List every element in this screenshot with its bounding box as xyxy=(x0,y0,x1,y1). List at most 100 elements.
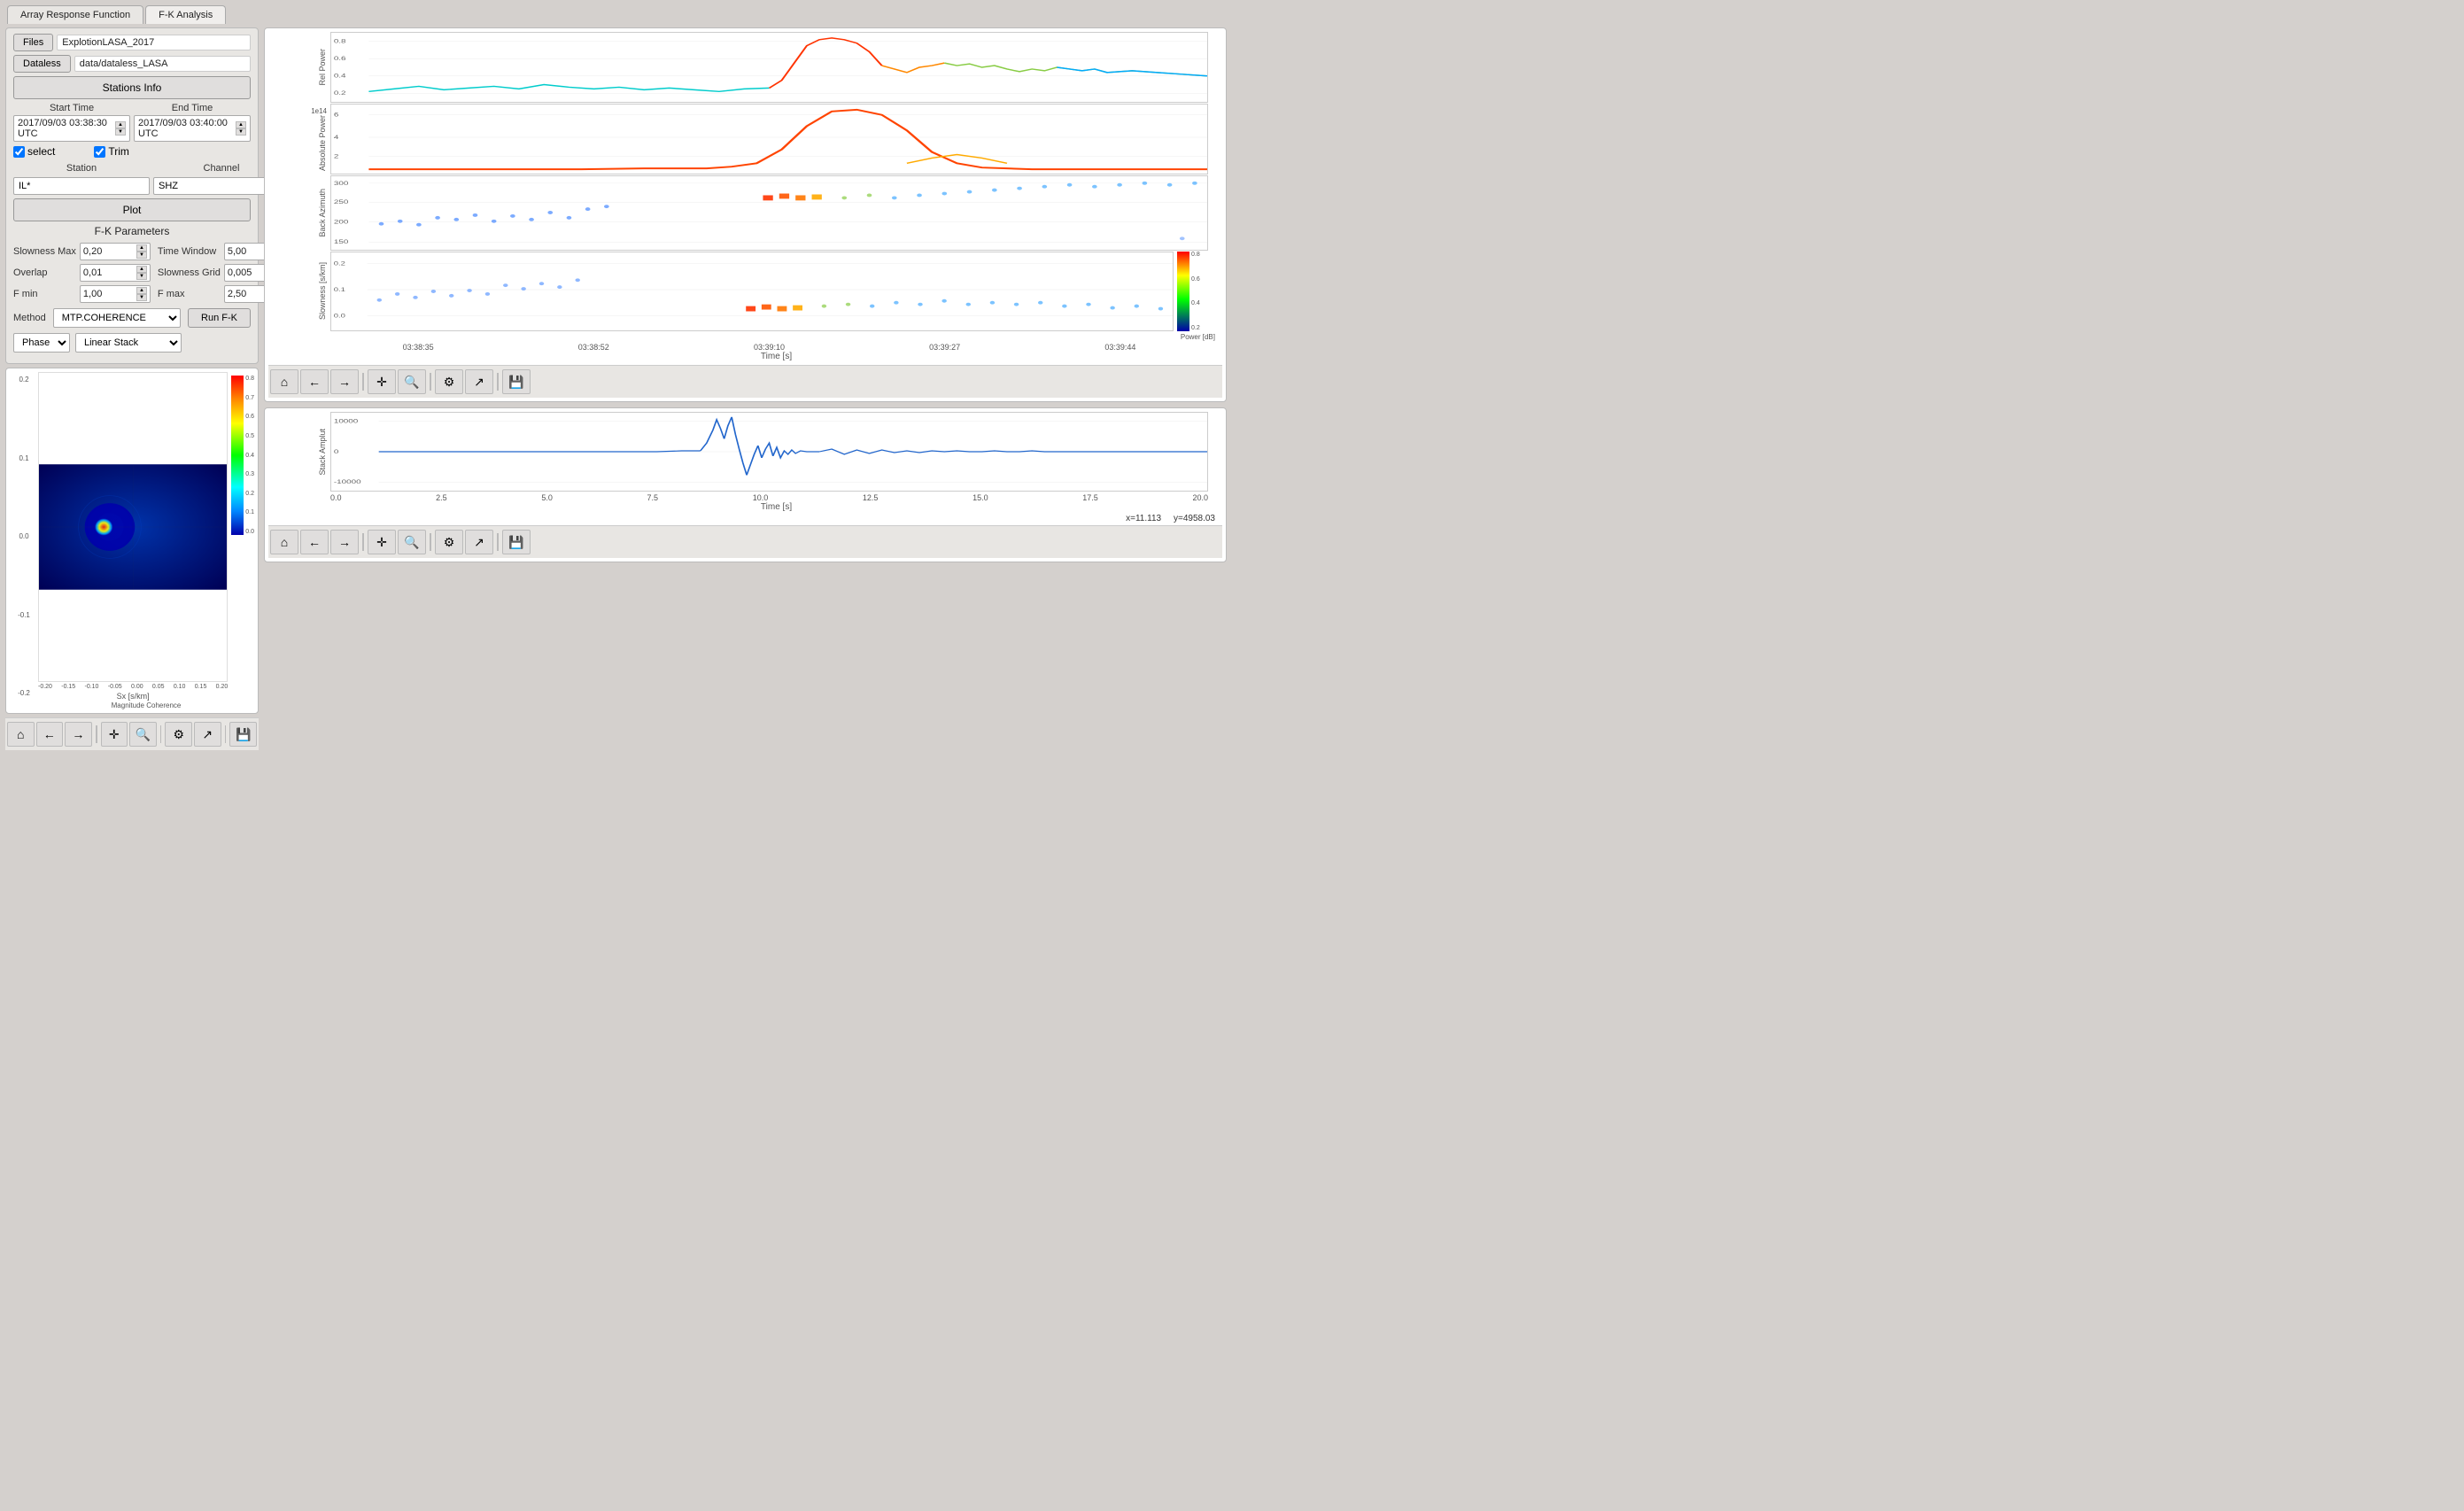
waveform-panel: Stack Amplut 10000 0 -10000 xyxy=(264,407,1227,562)
rl-separator-3 xyxy=(497,533,499,551)
ru-separator-3 xyxy=(497,373,499,391)
right-lower-toolbar: ⌂ ← → ✛ 🔍 ⚙ ↗ 💾 xyxy=(268,525,1222,558)
fmax-label: F max xyxy=(158,289,185,299)
back-az-right-spacer xyxy=(1208,175,1222,251)
left-home-button[interactable]: ⌂ xyxy=(7,722,35,747)
slowness-row: Slowness [s/km] 0.2 0.1 0.0 xyxy=(268,252,1222,331)
toolbar-separator-2 xyxy=(160,725,162,743)
power-colorbar: 0.8 0.6 0.4 0.2 xyxy=(1174,252,1222,331)
station-input[interactable] xyxy=(13,177,150,195)
toolbar-separator-3 xyxy=(225,725,227,743)
slowness-max-input[interactable]: 0,20 ▲ ▼ xyxy=(80,243,151,260)
method-row: Method MTP.COHERENCE Run F-K xyxy=(13,308,251,328)
sx-label: Sx [s/km] xyxy=(38,692,228,701)
rl-home-button[interactable]: ⌂ xyxy=(270,530,298,554)
slowness-chart: 0.2 0.1 0.0 xyxy=(330,252,1174,331)
stack-waveform-row: Stack Amplut 10000 0 -10000 xyxy=(268,412,1222,492)
station-label: Station xyxy=(13,163,150,174)
left-back-button[interactable]: ← xyxy=(36,722,64,747)
left-zoom-button[interactable]: 🔍 xyxy=(129,722,157,747)
dataless-button[interactable]: Dataless xyxy=(13,55,71,73)
svg-text:0.0: 0.0 xyxy=(334,313,346,319)
files-button[interactable]: Files xyxy=(13,34,53,51)
svg-text:-10000: -10000 xyxy=(334,478,361,485)
slowness-max-spinner[interactable]: ▲ ▼ xyxy=(136,244,147,259)
run-fk-button[interactable]: Run F-K xyxy=(188,308,251,328)
stack-ylabel-container: Stack Amplut xyxy=(268,412,330,492)
time-section: Start Time 2017/09/03 03:38:30 UTC ▲ ▼ E… xyxy=(13,103,251,142)
rel-power-ylabel-container: Rel Power xyxy=(268,32,330,103)
fk-params-grid: Slowness Max 0,20 ▲ ▼ Time Window 5,00 xyxy=(13,243,251,303)
start-time-input[interactable]: 2017/09/03 03:38:30 UTC ▲ ▼ xyxy=(13,115,130,142)
ru-separator-2 xyxy=(430,373,431,391)
fk-heatmap-svg xyxy=(38,372,228,682)
left-forward-button[interactable]: → xyxy=(65,722,92,747)
rl-separator-1 xyxy=(362,533,364,551)
toolbar-separator-1 xyxy=(96,725,97,743)
svg-text:250: 250 xyxy=(334,198,349,205)
waveform-x-ticks: 0.0 2.5 5.0 7.5 10.0 12.5 15.0 17.5 20.0 xyxy=(268,493,1222,502)
ru-zoom-button[interactable]: 🔍 xyxy=(398,369,426,394)
svg-text:6: 6 xyxy=(334,111,339,118)
stations-info-button[interactable]: Stations Info xyxy=(13,76,251,99)
abs-power-right-spacer xyxy=(1208,104,1222,174)
rl-forward-button[interactable]: → xyxy=(330,530,359,554)
fmin-input[interactable]: 1,00 ▲ ▼ xyxy=(80,285,151,303)
overlap-row: Overlap 0,01 ▲ ▼ xyxy=(13,264,151,282)
overlap-input[interactable]: 0,01 ▲ ▼ xyxy=(80,264,151,282)
rl-save-button[interactable]: 💾 xyxy=(502,530,531,554)
left-move-button[interactable]: ✛ xyxy=(101,722,128,747)
power-db-label: Power [dB] xyxy=(268,333,1222,341)
select-label: select xyxy=(27,145,55,158)
overlap-spinner[interactable]: ▲ ▼ xyxy=(136,266,147,280)
tab-array-response[interactable]: Array Response Function xyxy=(7,5,143,24)
rel-power-svg: 0.8 0.6 0.4 0.2 xyxy=(331,33,1207,102)
rl-back-button[interactable]: ← xyxy=(300,530,329,554)
rl-trend-button[interactable]: ↗ xyxy=(465,530,493,554)
ru-forward-button[interactable]: → xyxy=(330,369,359,394)
start-time-spinner[interactable]: ▲ ▼ xyxy=(115,121,126,136)
fk-colorbar-svg xyxy=(231,376,244,535)
rel-power-chart: 0.8 0.6 0.4 0.2 xyxy=(330,32,1208,103)
select-checkbox[interactable] xyxy=(13,146,25,158)
checkbox-row: select Trim xyxy=(13,145,251,158)
power-colorbar-svg xyxy=(1177,252,1189,331)
abs-power-ylabel: Absolute Power xyxy=(318,115,327,171)
start-time-down[interactable]: ▼ xyxy=(115,128,126,136)
phase-select[interactable]: Phase xyxy=(13,333,70,353)
stack-select[interactable]: Linear Stack xyxy=(75,333,182,353)
end-time-up[interactable]: ▲ xyxy=(236,121,246,128)
rl-settings-button[interactable]: ⚙ xyxy=(435,530,463,554)
station-channel-grid: Station Channel xyxy=(13,163,251,195)
svg-text:10000: 10000 xyxy=(334,417,359,424)
overlap-label: Overlap xyxy=(13,267,48,278)
trim-checkbox[interactable] xyxy=(94,146,105,158)
ru-back-button[interactable]: ← xyxy=(300,369,329,394)
left-save-button[interactable]: 💾 xyxy=(229,722,257,747)
start-time-up[interactable]: ▲ xyxy=(115,121,126,128)
method-select[interactable]: MTP.COHERENCE xyxy=(53,308,181,328)
rel-power-right-spacer xyxy=(1208,32,1222,103)
ru-move-button[interactable]: ✛ xyxy=(368,369,396,394)
plot-button[interactable]: Plot xyxy=(13,198,251,221)
ru-home-button[interactable]: ⌂ xyxy=(270,369,298,394)
end-time-down[interactable]: ▼ xyxy=(236,128,246,136)
ru-settings-button[interactable]: ⚙ xyxy=(435,369,463,394)
slowness-ylabel-container: Slowness [s/km] xyxy=(268,252,330,331)
end-time-input[interactable]: 2017/09/03 03:40:00 UTC ▲ ▼ xyxy=(134,115,251,142)
ru-trend-button[interactable]: ↗ xyxy=(465,369,493,394)
coord-display: x=11.113 y=4958.03 xyxy=(268,514,1222,523)
end-time-spinner[interactable]: ▲ ▼ xyxy=(236,121,246,136)
fk-colorbar-labels: 0.8 0.7 0.6 0.5 0.4 0.3 0.2 0.1 0.0 xyxy=(244,376,254,535)
left-settings-button[interactable]: ⚙ xyxy=(165,722,192,747)
left-toolbar: ⌂ ← → ✛ 🔍 ⚙ ↗ 💾 xyxy=(5,717,259,750)
method-label: Method xyxy=(13,313,46,323)
left-trend-button[interactable]: ↗ xyxy=(194,722,221,747)
rl-move-button[interactable]: ✛ xyxy=(368,530,396,554)
rl-zoom-button[interactable]: 🔍 xyxy=(398,530,426,554)
fmin-spinner[interactable]: ▲ ▼ xyxy=(136,287,147,301)
tab-fk-analysis[interactable]: F-K Analysis xyxy=(145,5,226,24)
stack-waveform-svg: 10000 0 -10000 xyxy=(331,413,1207,491)
ru-save-button[interactable]: 💾 xyxy=(502,369,531,394)
svg-text:0.2: 0.2 xyxy=(334,89,346,97)
